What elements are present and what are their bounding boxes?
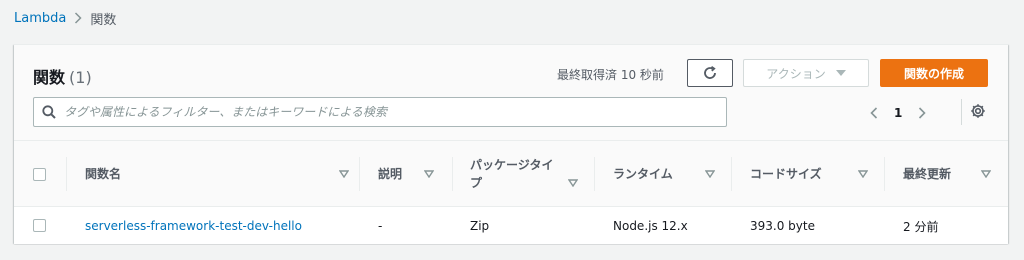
search-icon <box>42 105 56 119</box>
column-divider <box>359 157 360 191</box>
function-last-modified: 2 分前 <box>903 219 939 234</box>
function-name-link[interactable]: serverless-framework-test-dev-hello <box>85 208 302 244</box>
pagination: 1 <box>866 103 930 123</box>
actions-label: アクション <box>766 66 826 81</box>
column-header-package-type[interactable]: パッケージタイプ <box>470 141 578 207</box>
column-label: ランタイム <box>613 167 673 181</box>
column-header-description[interactable]: 説明 <box>378 141 434 207</box>
sort-icon[interactable] <box>424 170 434 178</box>
column-label: パッケージタイプ <box>470 158 554 190</box>
sort-icon[interactable] <box>568 179 578 187</box>
column-label: 説明 <box>378 167 403 181</box>
table-row[interactable]: serverless-framework-test-dev-hello - Zi… <box>14 208 1008 244</box>
panel-header: 関数 (1) 最終取得済 10 秒前 アクション 関数の作成 タグや属性によるフ… <box>14 45 1008 141</box>
function-runtime: Node.js 12.x <box>613 219 688 233</box>
function-code-size: 393.0 byte <box>750 219 815 233</box>
page-title: 関数 (1) <box>33 64 92 88</box>
select-all-checkbox[interactable] <box>33 168 46 181</box>
row-checkbox[interactable] <box>33 219 46 232</box>
function-count: (1) <box>69 68 92 87</box>
actions-dropdown[interactable]: アクション <box>743 59 869 87</box>
column-label: コードサイズ <box>750 167 822 181</box>
page-number[interactable]: 1 <box>894 106 902 120</box>
gear-icon[interactable] <box>970 103 986 119</box>
column-header-runtime[interactable]: ランタイム <box>613 141 715 207</box>
title-text: 関数 <box>33 68 66 87</box>
breadcrumb: Lambda 関数 <box>14 9 117 28</box>
chevron-right-icon <box>74 12 82 24</box>
sort-icon[interactable] <box>705 170 715 178</box>
search-input[interactable] <box>64 99 726 125</box>
refresh-button[interactable] <box>687 59 733 87</box>
caret-down-icon <box>835 69 846 77</box>
column-divider <box>66 157 67 191</box>
create-function-button[interactable]: 関数の作成 <box>880 59 988 87</box>
functions-panel: 関数 (1) 最終取得済 10 秒前 アクション 関数の作成 タグや属性によるフ… <box>14 44 1008 244</box>
column-divider <box>452 157 453 191</box>
sort-icon[interactable] <box>858 170 868 178</box>
search-box <box>33 97 727 127</box>
pager-divider <box>961 99 962 125</box>
refresh-icon <box>702 65 718 81</box>
chevron-left-icon[interactable] <box>866 107 882 119</box>
sort-icon[interactable] <box>981 170 991 178</box>
breadcrumb-lambda-link[interactable]: Lambda <box>14 11 66 26</box>
table-header: 関数名 説明 パッケージタイプ ランタイム コードサイズ 最終更新 <box>14 141 1008 207</box>
column-header-last-modified[interactable]: 最終更新 <box>903 141 991 207</box>
function-description: - <box>378 219 383 233</box>
column-divider <box>594 157 595 191</box>
chevron-right-icon[interactable] <box>914 107 930 119</box>
function-package-type: Zip <box>470 219 490 233</box>
column-divider <box>884 157 885 191</box>
column-divider <box>731 157 732 191</box>
sort-icon[interactable] <box>339 170 349 178</box>
column-label: 最終更新 <box>903 167 952 181</box>
breadcrumb-current: 関数 <box>90 12 117 28</box>
column-header-name[interactable]: 関数名 <box>85 141 349 207</box>
last-fetched-text: 最終取得済 10 秒前 <box>557 68 664 82</box>
column-header-code-size[interactable]: コードサイズ <box>750 141 868 207</box>
column-label: 関数名 <box>85 167 122 181</box>
